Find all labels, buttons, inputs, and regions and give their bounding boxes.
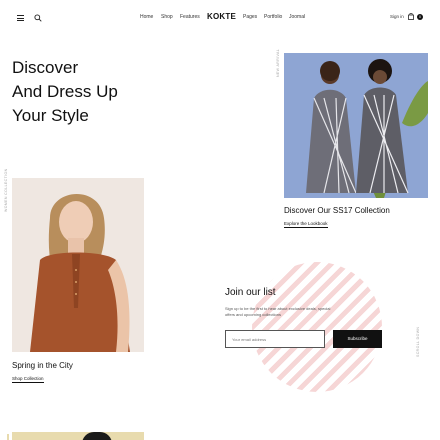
- hero-line-1: Discover: [12, 58, 79, 77]
- shop-collection-link[interactable]: Shop Collection: [12, 376, 44, 383]
- ss17-collection-image[interactable]: [284, 53, 428, 198]
- side-accent-mark: [7, 434, 9, 440]
- site-logo[interactable]: KOKTE: [207, 12, 236, 21]
- newsletter-title: Join our list: [225, 287, 276, 298]
- nav-home[interactable]: Home: [140, 14, 153, 20]
- new-arrival-label: NEW ARRIVAL: [276, 48, 280, 77]
- cart-count-badge[interactable]: 0: [417, 14, 423, 20]
- newsletter-description: Sign up to be the first to hear about ex…: [225, 306, 331, 317]
- hamburger-menu-icon[interactable]: [17, 15, 24, 21]
- striped-decorative-circle: [252, 262, 382, 392]
- subscribe-button[interactable]: Subscribe: [333, 330, 382, 348]
- scroll-down-label[interactable]: SCROLL DOWN: [416, 327, 420, 357]
- hero-heading: Discover And Dress Up Your Style: [12, 56, 118, 128]
- nav-portfolio[interactable]: Portfolio: [264, 14, 282, 20]
- next-collection-image[interactable]: [12, 432, 144, 440]
- hero-line-3: Your Style: [12, 106, 89, 125]
- explore-lookbook-link[interactable]: Explore the Lookbook: [284, 221, 328, 228]
- hero-line-2: And Dress Up: [12, 82, 118, 101]
- nav-shop[interactable]: Shop: [161, 14, 173, 20]
- email-field[interactable]: [225, 330, 325, 348]
- spring-collection-image[interactable]: [12, 178, 144, 352]
- spring-collection-caption: Spring in the City: [12, 361, 73, 370]
- women-collection-label: WOMEN COLLECTION: [4, 168, 8, 212]
- nav-pages[interactable]: Pages: [243, 14, 257, 20]
- nav-features[interactable]: Features: [180, 14, 200, 20]
- signin-link[interactable]: Sign in: [390, 14, 404, 19]
- nav-joomal[interactable]: Joomal: [289, 14, 305, 20]
- shopping-bag-icon[interactable]: [408, 13, 414, 20]
- site-header: Home Shop Features KOKTE Pages Portfolio…: [0, 0, 440, 36]
- search-icon[interactable]: [34, 14, 42, 22]
- next-collection-image-detail: [82, 432, 112, 440]
- ss17-collection-caption: Discover Our SS17 Collection: [284, 206, 390, 215]
